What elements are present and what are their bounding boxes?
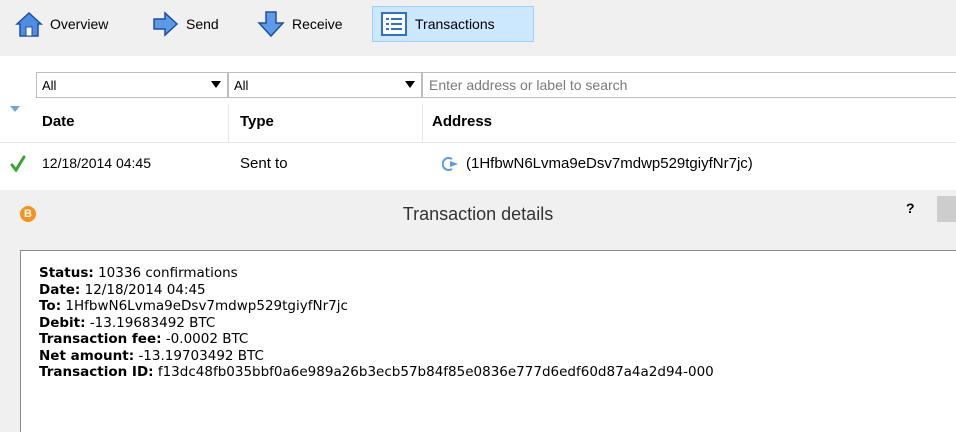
main-toolbar: Overview Send Receive Transactions	[0, 0, 956, 56]
column-header-address[interactable]: Address	[432, 113, 492, 130]
sort-indicator-icon	[10, 106, 20, 112]
status-value: 10336 confirmations	[98, 265, 238, 281]
close-button[interactable]	[937, 196, 956, 222]
sent-arrow-icon	[441, 156, 460, 176]
column-header-type[interactable]: Type	[240, 113, 274, 130]
overview-label: Overview	[50, 16, 109, 32]
row-date: 12/18/2014 04:45	[42, 155, 151, 171]
transactions-table: All All Date Type Address 12/18/2014 04:…	[0, 56, 956, 190]
net-amount-value: -13.19703492 BTC	[138, 347, 264, 364]
to-label: To:	[39, 298, 62, 314]
status-label: Status:	[39, 265, 94, 281]
table-row[interactable]: 12/18/2014 04:45 Sent to (1HfbwN6Lvma9eD…	[0, 142, 956, 185]
home-icon	[14, 9, 44, 39]
type-filter-value: All	[234, 77, 249, 93]
transactions-label: Transactions	[415, 16, 495, 32]
net-amount-label: Net amount:	[39, 347, 135, 364]
dialog-title: Transaction details	[402, 204, 554, 224]
date-label: Date:	[39, 281, 81, 298]
receive-arrow-icon	[256, 9, 286, 39]
date-value: 12/18/2014 04:45	[84, 281, 206, 298]
row-address: (1HfbwN6Lvma9eDsv7mdwp529tgiyfNr7jc)	[466, 155, 753, 172]
fee-label: Transaction fee:	[39, 331, 162, 347]
list-icon	[379, 9, 409, 39]
row-type: Sent to	[240, 155, 288, 172]
date-filter-select[interactable]: All	[36, 72, 228, 98]
column-header-date[interactable]: Date	[42, 113, 75, 130]
filter-row: All All	[0, 70, 956, 100]
confirmed-check-icon	[10, 155, 26, 177]
transaction-details-dialog: B Transaction details ? Status: 10336 co…	[0, 192, 956, 432]
receive-label: Receive	[292, 16, 343, 32]
receive-button[interactable]: Receive	[256, 6, 368, 42]
send-button[interactable]: Send	[150, 6, 242, 42]
help-button[interactable]: ?	[906, 200, 915, 216]
chevron-down-icon	[405, 81, 415, 88]
table-header: Date Type Address	[0, 104, 956, 140]
transactions-button[interactable]: Transactions	[372, 6, 534, 42]
details-text-area: Status: 10336 confirmations Date: 12/18/…	[20, 250, 956, 432]
overview-button[interactable]: Overview	[14, 6, 144, 42]
chevron-down-icon	[211, 81, 221, 88]
dialog-title-bar: B Transaction details ?	[0, 192, 956, 234]
debit-value: -13.19683492 BTC	[89, 314, 216, 331]
transaction-id-value: f13dc48fb035bbf0a6e989a26b3ecb57b84f85e0…	[157, 364, 714, 380]
date-filter-value: All	[42, 77, 57, 93]
transaction-id-label: Transaction ID:	[39, 364, 154, 380]
type-filter-select[interactable]: All	[228, 72, 422, 98]
search-input[interactable]	[422, 72, 956, 98]
to-value: 1HfbwN6Lvma9eDsv7mdwp529tgiyfNr7jc	[65, 298, 348, 314]
send-arrow-icon	[150, 9, 180, 39]
debit-label: Debit:	[39, 314, 86, 331]
send-label: Send	[186, 16, 219, 32]
fee-value: -0.0002 BTC	[165, 331, 249, 347]
